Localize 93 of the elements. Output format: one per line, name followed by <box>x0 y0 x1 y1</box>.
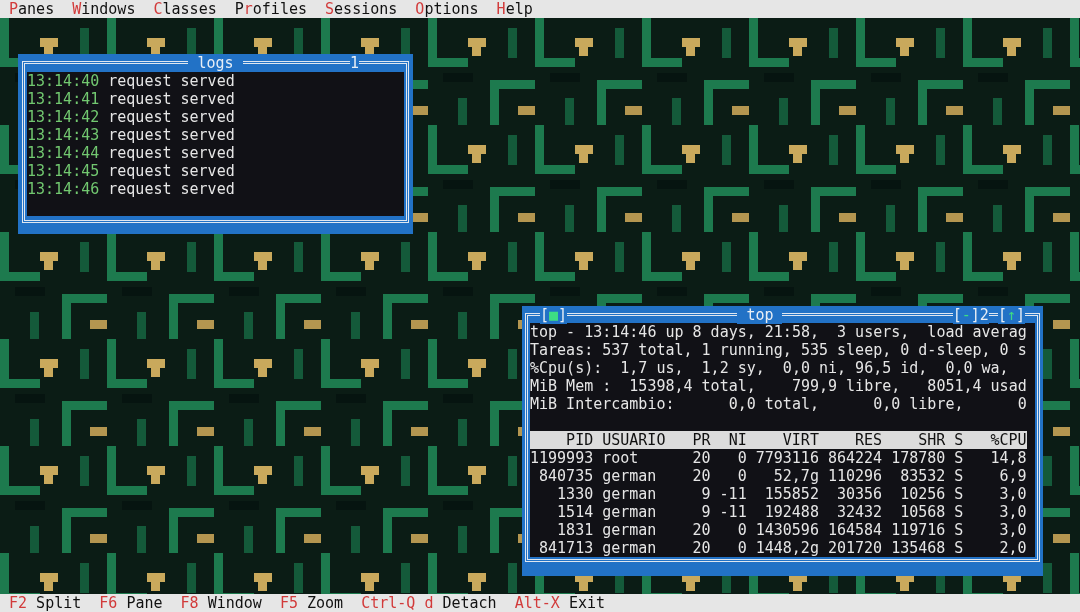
table-cell-text: 3,0 <box>998 503 1027 521</box>
column-header: NI <box>727 431 747 449</box>
table-cell-text: 6,9 <box>998 467 1027 485</box>
table-cell-text: 840735 <box>538 467 594 485</box>
log-line: 13:14:45 request served <box>27 162 236 180</box>
table-cell-text: 1831 <box>556 521 594 539</box>
table-cell-text: german <box>601 485 658 503</box>
table-cell-text: 155852 <box>763 485 819 503</box>
shortcut-button[interactable]: Ctrl-Q d Detach <box>361 594 497 612</box>
table-cell-text: 841713 <box>538 539 594 557</box>
table-cell-text: 864224 <box>826 449 883 467</box>
column-header: VIRT <box>781 431 819 449</box>
table-cell-text: 9 <box>700 485 711 503</box>
table-cell-text: S <box>953 449 964 467</box>
log-line: 13:14:41 request served <box>27 90 236 108</box>
table-cell-text: -11 <box>718 503 747 521</box>
log-line: 13:14:42 request served <box>27 108 236 126</box>
menu-item[interactable]: Classes <box>153 0 217 18</box>
table-cell-text: 178780 <box>890 449 946 467</box>
table-cell-text: 30356 <box>835 485 883 503</box>
window-control[interactable]: [-] <box>952 306 980 324</box>
table-cell-text: 20 <box>691 449 711 467</box>
shortcut-button[interactable]: Alt-X Exit <box>514 594 605 612</box>
column-header: S <box>953 431 964 449</box>
menu-item[interactable]: Windows <box>72 0 136 18</box>
table-cell-text: S <box>953 521 964 539</box>
menu-item[interactable]: Panes <box>9 0 55 18</box>
table-cell-text: 32432 <box>835 503 883 521</box>
table-cell-text: german <box>601 467 658 485</box>
table-cell-text: 1448,2g <box>754 539 819 557</box>
column-header: SHR <box>917 431 946 449</box>
menu-item[interactable]: Options <box>415 0 479 18</box>
shortcut-button[interactable]: F6 Pane <box>99 594 163 612</box>
table-cell-text: german <box>601 521 658 539</box>
window-control[interactable]: [↑] <box>997 306 1025 324</box>
table-cell-text: 83532 <box>899 467 946 485</box>
table-cell-text: 0 <box>736 539 747 557</box>
table-cell-text: 52,7g <box>772 467 819 485</box>
table-cell-text: S <box>953 467 964 485</box>
window-title: top <box>737 306 783 324</box>
summary-line: top - 13:14:46 up 8 days, 21:58, 3 users, load averag <box>530 323 1028 341</box>
table-cell-text: S <box>953 485 964 503</box>
menu-item[interactable]: Profiles <box>234 0 307 18</box>
table-cell-text: 0 <box>736 521 747 539</box>
summary-line: Tareas: 537 total, 1 running, 535 sleep, 0 d-sleep, 0 s <box>530 341 1028 359</box>
menu-item[interactable]: Help <box>496 0 533 18</box>
table-cell-text: 0 <box>736 467 747 485</box>
table-cell-text: 20 <box>691 467 711 485</box>
table-cell-text: 20 <box>691 521 711 539</box>
log-line: 13:14:44 request served <box>27 144 236 162</box>
menu-item[interactable]: Sessions <box>325 0 398 18</box>
table-cell-text: 1330 <box>556 485 594 503</box>
summary-line: MiB Mem : 15398,4 total, 799,9 libre, 8051,4 usad <box>530 377 1028 395</box>
column-header: PR <box>691 431 711 449</box>
column-header: %CPU <box>989 431 1027 449</box>
table-cell-text: 164584 <box>826 521 883 539</box>
log-line: 13:14:46 request served <box>27 180 236 198</box>
column-header: PID <box>565 431 594 449</box>
table-cell-text: S <box>953 503 964 521</box>
table-cell-text: 1430596 <box>754 521 819 539</box>
table-cell-text: 9 <box>700 503 711 521</box>
window-title: logs <box>188 54 243 72</box>
table-cell-text: 201720 <box>826 539 883 557</box>
table-cell-text: root <box>601 449 640 467</box>
table-cell-text: -11 <box>718 485 747 503</box>
table-cell-text: 2,0 <box>998 539 1027 557</box>
table-cell-text: 20 <box>691 539 711 557</box>
shortcut-button[interactable]: F8 Window <box>180 594 262 612</box>
table-cell-text: 10256 <box>899 485 946 503</box>
table-cell-text: S <box>953 539 964 557</box>
table-cell: 1199993 <box>530 449 594 467</box>
shortcut-button[interactable]: F2 Split <box>9 594 82 612</box>
column-header: RES <box>854 431 883 449</box>
summary-line: MiB Intercambio: 0,0 total, 0,0 libre, 0 <box>530 395 1028 413</box>
table-cell-text: 1514 <box>556 503 594 521</box>
table-cell-text: 119716 <box>890 521 946 539</box>
table-cell-text: 110296 <box>826 467 883 485</box>
table-cell-text: 3,0 <box>998 521 1027 539</box>
table-cell-text: german <box>601 539 658 557</box>
table-cell-text: 3,0 <box>998 485 1027 503</box>
log-line: 13:14:43 request served <box>27 126 236 144</box>
column-header: USUARIO <box>601 431 667 449</box>
table-cell-text: 14,8 <box>989 449 1027 467</box>
table-cell-text: 10568 <box>899 503 946 521</box>
shortcut-button[interactable]: F5 Zoom <box>279 594 344 612</box>
table-cell-text: 0 <box>736 449 747 467</box>
window-number: 2 <box>979 306 989 324</box>
summary-line: %Cpu(s): 1,7 us, 1,2 sy, 0,0 ni, 96,5 id, 0,0 wa, <box>530 359 1010 377</box>
table-cell-text: 7793116 <box>754 449 819 467</box>
log-line: 13:14:40 request served <box>27 72 236 90</box>
table-cell-text: 135468 <box>890 539 946 557</box>
table-cell-text: german <box>601 503 658 521</box>
table-cell-text: 192488 <box>763 503 819 521</box>
